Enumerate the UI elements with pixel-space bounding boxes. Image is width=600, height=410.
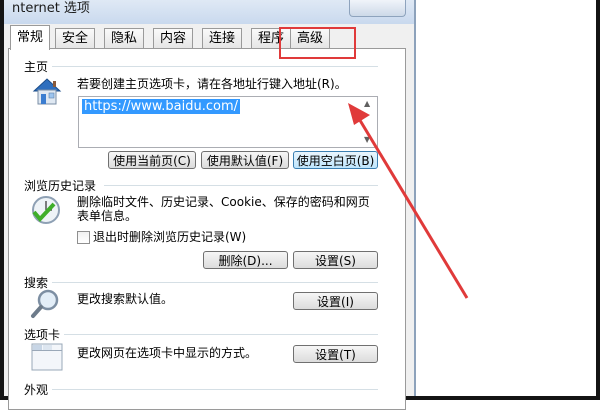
tab-connections[interactable]: 连接 [202,28,243,49]
close-button[interactable] [349,0,406,17]
tab-security[interactable]: 安全 [55,28,96,49]
delete-on-exit-checkbox[interactable] [77,231,90,244]
history-description-line1: 删除临时文件、历史记录、Cookie、保存的密码和网页 [77,195,370,209]
tab-content[interactable]: 内容 [153,28,194,49]
homepage-url: https://www.baidu.com/ [82,99,241,114]
section-title-appearance: 外观 [24,383,49,397]
section-divider [104,185,378,186]
tab-general[interactable]: 常规 [10,25,51,50]
search-description: 更改搜索默认值。 [77,292,174,306]
tabs-settings-button[interactable]: 设置(T) [293,345,378,363]
tabs-window-icon [31,343,63,371]
section-divider [52,282,378,283]
use-current-button[interactable]: 使用当前页(C) [108,151,196,169]
section-title-history: 浏览历史记录 [24,179,97,193]
window-title: nternet 选项 [12,1,90,16]
section-title-homepage: 主页 [24,60,49,74]
use-default-button[interactable]: 使用默认值(F) [201,151,289,169]
homepage-description: 若要创建主页选项卡，请在各地址行键入地址(R)。 [77,77,347,91]
tabs-description: 更改网页在选项卡中显示的方式。 [77,346,258,360]
highlight-box [279,27,356,59]
red-arrow-annotation [348,103,469,299]
section-divider [52,66,378,67]
house-icon [32,78,62,105]
title-bar: nternet 选项 [4,0,414,24]
magnifier-icon [31,289,59,318]
history-description-line2: 表单信息。 [77,209,138,223]
screen-frame-right [596,0,600,400]
delete-history-button[interactable]: 删除(D)... [203,251,288,269]
homepage-textarea[interactable]: https://www.baidu.com/ ▲ ▼ [78,96,378,148]
section-divider [64,334,378,335]
section-divider [52,389,378,390]
clock-check-icon [32,196,60,224]
tab-privacy[interactable]: 隐私 [104,28,145,49]
delete-on-exit-label[interactable]: 退出时删除浏览历史记录(W) [93,230,246,245]
